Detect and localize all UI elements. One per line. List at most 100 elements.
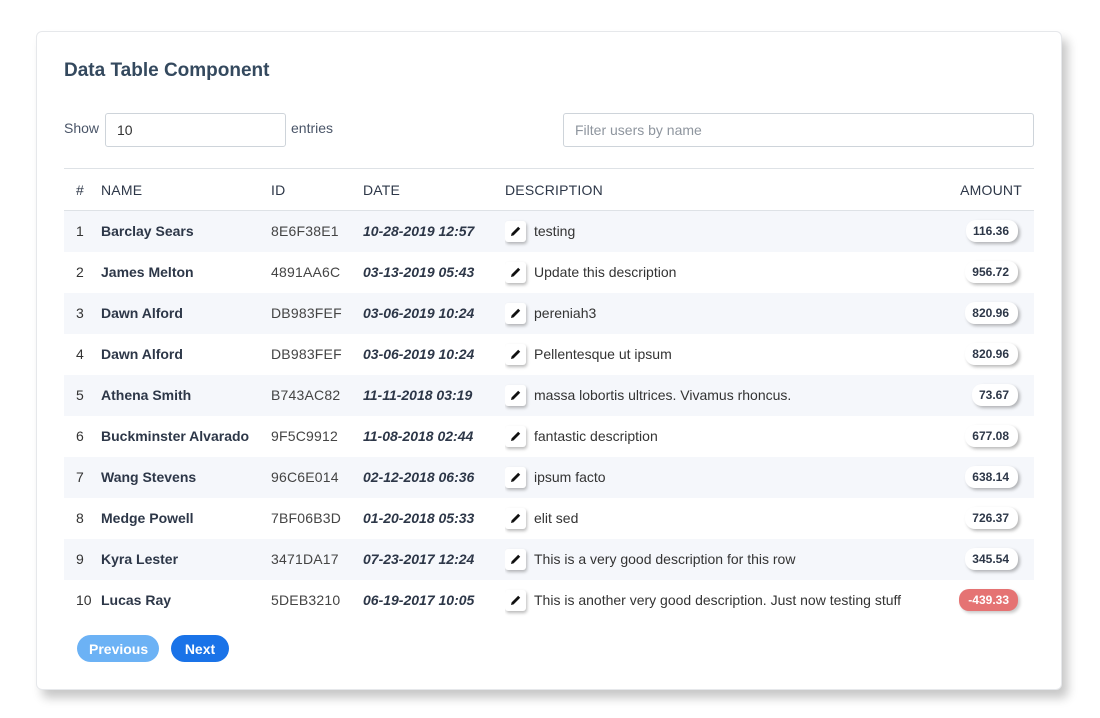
row-description-cell: fantastic description (505, 416, 935, 457)
row-id: B743AC82 (271, 387, 341, 403)
amount-badge: 73.67 (971, 384, 1018, 406)
row-description: testing (534, 223, 576, 240)
row-amount-cell: 820.96 (935, 334, 1034, 375)
row-date: 11-08-2018 02:44 (363, 428, 474, 444)
next-button[interactable]: Next (171, 635, 229, 662)
row-number: 4 (76, 346, 84, 362)
amount-badge: 956.72 (965, 261, 1018, 283)
table-row: 8 Medge Powell 7BF06B3D 01-20-2018 05:33 eli… (64, 498, 1034, 539)
table-header-row: # NAME ID DATE DESCRIPTION AMOUNT (64, 168, 1034, 211)
row-number: 2 (76, 264, 84, 280)
row-description: Pellentesque ut ipsum (534, 346, 672, 362)
column-header-id[interactable]: ID (271, 168, 363, 211)
row-number: 8 (76, 510, 84, 526)
row-name: Lucas Ray (101, 592, 172, 608)
row-name: James Melton (101, 264, 194, 280)
row-date: 03-06-2019 10:24 (363, 305, 475, 321)
amount-badge: 638.14 (965, 466, 1018, 488)
amount-badge: 726.37 (965, 507, 1018, 529)
row-number: 1 (76, 223, 84, 240)
row-amount-cell: 638.14 (935, 457, 1034, 498)
table-row: 2 James Melton 4891AA6C 03-13-2019 05:43 Upd… (64, 252, 1034, 293)
row-description-cell: massa lobortis ultrices. Vivamus rhoncus… (505, 375, 935, 416)
pencil-icon[interactable] (505, 548, 526, 570)
row-name: Medge Powell (101, 510, 194, 526)
data-table: # NAME ID DATE DESCRIPTION AMOUNT 1 Barcl… (64, 168, 1034, 621)
previous-button[interactable]: Previous (77, 635, 159, 662)
row-name: Buckminster Alvarado (101, 428, 250, 444)
row-amount-cell: 726.37 (935, 498, 1034, 539)
row-amount-cell: 820.96 (935, 293, 1034, 334)
row-description: elit sed (534, 510, 579, 526)
row-description: pereniah3 (534, 305, 597, 321)
row-id: DB983FEF (271, 346, 342, 362)
amount-badge: 677.08 (965, 425, 1018, 447)
row-number: 3 (76, 305, 84, 321)
column-header-amount[interactable]: AMOUNT (935, 168, 1034, 211)
row-name: Wang Stevens (101, 469, 197, 485)
pencil-icon[interactable] (505, 343, 526, 365)
row-amount-cell: 116.36 (935, 211, 1034, 252)
column-header-number[interactable]: # (64, 168, 101, 211)
row-id: 8E6F38E1 (271, 223, 339, 240)
column-header-description[interactable]: DESCRIPTION (505, 168, 935, 211)
row-id: 3471DA17 (271, 551, 339, 567)
row-description: fantastic description (534, 428, 658, 444)
row-id: DB983FEF (271, 305, 342, 321)
show-label: Show (64, 120, 100, 136)
row-id: 5DEB3210 (271, 592, 341, 608)
row-description: ipsum facto (534, 469, 606, 485)
pencil-icon[interactable] (505, 302, 526, 324)
table-row: 3 Dawn Alford DB983FEF 03-06-2019 10:24 pere… (64, 292, 1034, 334)
row-date: 10-28-2019 12:57 (363, 223, 475, 240)
data-table-card: Data Table Component Show entries # NAME… (36, 31, 1062, 690)
row-description: massa lobortis ultrices. Vivamus rhoncus… (534, 387, 792, 403)
row-date: 02-12-2018 06:36 (363, 469, 475, 485)
row-description-cell: This is another very good description. J… (505, 580, 935, 621)
row-amount-cell: 345.54 (935, 539, 1034, 580)
pencil-icon[interactable] (505, 507, 526, 529)
row-name: Dawn Alford (101, 305, 183, 321)
pencil-icon[interactable] (505, 466, 526, 488)
pencil-icon[interactable] (505, 425, 526, 447)
pencil-icon[interactable] (505, 589, 526, 611)
row-description-cell: This is a very good description for this… (505, 539, 935, 580)
row-name: Dawn Alford (101, 346, 183, 362)
table-row: 7 Wang Stevens 96C6E014 02-12-2018 06:36 ips… (64, 456, 1034, 498)
row-date: 07-23-2017 12:24 (363, 551, 475, 567)
amount-badge: 820.96 (965, 302, 1018, 324)
column-header-date[interactable]: DATE (363, 168, 505, 211)
column-header-name[interactable]: NAME (101, 168, 271, 211)
row-description-cell: testing (505, 211, 935, 252)
row-number: 7 (76, 469, 84, 485)
entries-count-input[interactable] (105, 113, 286, 147)
row-id: 4891AA6C (271, 264, 341, 280)
row-name: Kyra Lester (101, 551, 179, 567)
row-date: 03-13-2019 05:43 (363, 264, 475, 280)
table-row: 9 Kyra Lester 3471DA17 07-23-2017 12:24 This… (64, 538, 1034, 580)
filter-users-input[interactable] (563, 113, 1034, 147)
row-description: Update this description (534, 264, 677, 280)
row-number: 5 (76, 387, 84, 403)
row-description-cell: Pellentesque ut ipsum (505, 334, 935, 375)
row-description-cell: ipsum facto (505, 457, 935, 498)
row-description: This is another very good description. J… (534, 592, 902, 608)
row-description-cell: Update this description (505, 252, 935, 293)
row-name: Barclay Sears (101, 223, 194, 240)
pencil-icon[interactable] (505, 220, 526, 242)
amount-badge: -439.33 (959, 589, 1018, 611)
row-id: 7BF06B3D (271, 510, 342, 526)
row-id: 96C6E014 (271, 469, 339, 485)
pencil-icon[interactable] (505, 384, 526, 406)
entries-label: entries (291, 120, 334, 136)
amount-badge: 116.36 (965, 220, 1018, 243)
pencil-icon[interactable] (505, 261, 526, 283)
row-description: This is a very good description for this… (534, 551, 796, 567)
row-description-cell: pereniah3 (505, 293, 935, 334)
row-description-cell: elit sed (505, 498, 935, 539)
row-amount-cell: -439.33 (935, 580, 1034, 621)
row-date: 06-19-2017 10:05 (363, 592, 475, 608)
row-number: 6 (76, 428, 84, 444)
page-title: Data Table Component (64, 60, 270, 81)
row-date: 01-20-2018 05:33 (363, 510, 475, 526)
